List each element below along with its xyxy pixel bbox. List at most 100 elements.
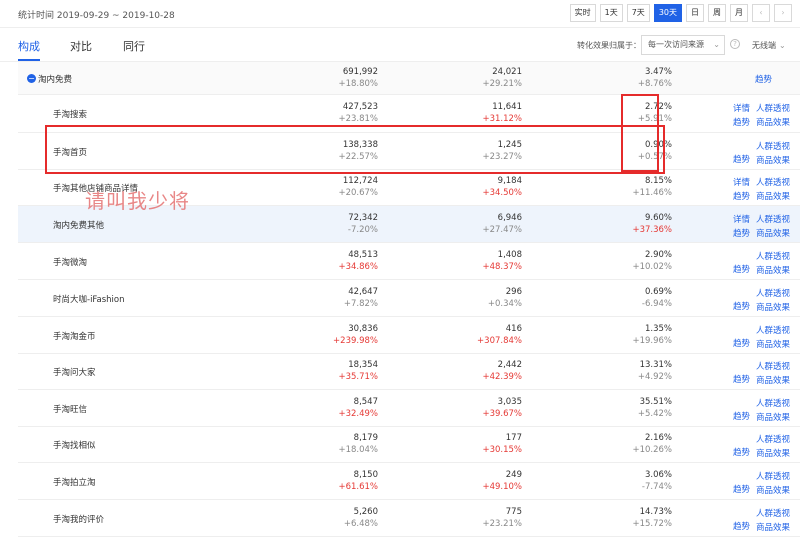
audience-link[interactable]: 人群透视: [756, 397, 790, 409]
table-row: 手淘找相似 8,179 +18.04% 177 +30.15% 2.16% +1…: [18, 427, 800, 463]
prev-arrow-icon[interactable]: ‹: [752, 4, 770, 22]
trend-link[interactable]: 趋势: [733, 153, 750, 165]
metric-value: 1.35%: [644, 324, 672, 334]
row-links-right: 人群透视 商品效果: [756, 470, 790, 498]
tab-peers[interactable]: 同行: [123, 38, 145, 54]
range-button-week[interactable]: 周: [708, 4, 726, 22]
trend-link[interactable]: 趋势: [733, 116, 750, 128]
metric-change: +32.49%: [338, 409, 378, 419]
metric-cell: 177 +30.15%: [482, 433, 522, 455]
trend-link[interactable]: 趋势: [733, 410, 750, 422]
metric-cell: 416 +307.84%: [477, 324, 522, 346]
audience-link[interactable]: 人群透视: [756, 287, 790, 299]
metric-value: 48,513: [348, 250, 378, 260]
product-effect-link[interactable]: 商品效果: [756, 227, 790, 239]
attribution-label: 转化效果归属于：: [577, 41, 641, 50]
product-effect-link[interactable]: 商品效果: [756, 484, 790, 496]
audience-link[interactable]: 人群透视: [756, 140, 790, 152]
product-effect-link[interactable]: 商品效果: [756, 411, 790, 423]
attribution-select[interactable]: 每一次访问来源 ⌄: [641, 35, 725, 55]
product-effect-link[interactable]: 商品效果: [756, 374, 790, 386]
help-icon[interactable]: ?: [730, 39, 740, 49]
table-row: 手淘我的评价 5,260 +6.48% 775 +23.21% 14.73% +…: [18, 500, 800, 537]
trend-link[interactable]: 趋势: [733, 446, 750, 458]
audience-link[interactable]: 人群透视: [756, 507, 790, 519]
trend-link[interactable]: 趋势: [733, 337, 750, 349]
range-button-month[interactable]: 月: [730, 4, 748, 22]
audience-link[interactable]: 人群透视: [756, 324, 790, 336]
audience-link[interactable]: 人群透视: [756, 470, 790, 482]
annotation-box-column: [621, 94, 659, 172]
range-button-1day[interactable]: 1天: [599, 4, 623, 22]
next-arrow-icon[interactable]: ›: [774, 4, 792, 22]
row-links-left: 详情 趋势: [733, 213, 750, 241]
detail-link[interactable]: 详情: [733, 213, 750, 225]
attribution-select-value: 每一次访问来源: [648, 40, 704, 49]
metric-cell: 9.60% +37.36%: [632, 213, 672, 235]
audience-link[interactable]: 人群透视: [756, 176, 790, 188]
audience-link[interactable]: 人群透视: [756, 102, 790, 114]
source-name: 手淘搜索: [53, 110, 88, 120]
row-links-right: 人群透视 商品效果: [756, 102, 790, 130]
range-button-realtime[interactable]: 实时: [569, 4, 596, 22]
row-links-right: 人群透视 商品效果: [756, 433, 790, 461]
audience-link[interactable]: 人群透视: [756, 433, 790, 445]
trend-link[interactable]: 趋势: [733, 263, 750, 275]
trend-link[interactable]: 趋势: [733, 227, 750, 239]
trend-link[interactable]: 趋势: [733, 300, 750, 312]
trend-link[interactable]: 趋势: [733, 520, 750, 532]
row-links-left: 趋势: [733, 263, 750, 277]
row-links-right: 人群透视 商品效果: [756, 213, 790, 241]
trend-link[interactable]: 趋势: [733, 190, 750, 202]
row-links-right: 人群透视 商品效果: [756, 507, 790, 535]
trend-link[interactable]: 趋势: [733, 483, 750, 495]
metric-value: 2.16%: [644, 433, 672, 443]
metric-change: +0.34%: [487, 299, 522, 309]
row-links-left: 趋势: [733, 483, 750, 497]
metric-cell: 427,523 +23.81%: [338, 102, 378, 124]
metric-value: 35.51%: [639, 397, 672, 407]
audience-link[interactable]: 人群透视: [756, 213, 790, 225]
product-effect-link[interactable]: 商品效果: [756, 301, 790, 313]
metric-cell: 30,836 +239.98%: [333, 324, 378, 346]
table-row: 手淘淘金币 30,836 +239.98% 416 +307.84% 1.35%…: [18, 317, 800, 354]
tab-composition[interactable]: 构成: [18, 38, 40, 54]
trend-link[interactable]: 趋势: [755, 73, 772, 85]
metric-change: +29.21%: [482, 79, 522, 89]
device-mode-select[interactable]: 无线端 ⌄: [752, 40, 786, 51]
metric-cell: 42,647 +7.82%: [344, 287, 378, 309]
metric-change: +23.81%: [338, 114, 378, 124]
product-effect-link[interactable]: 商品效果: [756, 338, 790, 350]
metric-change: +20.67%: [338, 188, 378, 198]
product-effect-link[interactable]: 商品效果: [756, 190, 790, 202]
metric-cell: 18,354 +35.71%: [338, 360, 378, 382]
row-links-left: 详情 趋势: [733, 176, 750, 204]
detail-link[interactable]: 详情: [733, 102, 750, 114]
audience-link[interactable]: 人群透视: [756, 360, 790, 372]
metric-change: +31.12%: [482, 114, 522, 124]
active-tab-indicator: [18, 59, 40, 61]
collapse-icon[interactable]: −: [27, 74, 36, 83]
metric-value: 2.90%: [644, 250, 672, 260]
product-effect-link[interactable]: 商品效果: [756, 154, 790, 166]
detail-link[interactable]: 详情: [733, 176, 750, 188]
audience-link[interactable]: 人群透视: [756, 250, 790, 262]
row-links-right: 人群透视 商品效果: [756, 324, 790, 352]
tab-compare[interactable]: 对比: [70, 38, 92, 54]
watermark-text: 请叫我少将: [85, 189, 190, 213]
product-effect-link[interactable]: 商品效果: [756, 264, 790, 276]
metric-change: +11.46%: [632, 188, 672, 198]
metric-cell: 48,513 +34.86%: [338, 250, 378, 272]
metric-change: +34.86%: [338, 262, 378, 272]
product-effect-link[interactable]: 商品效果: [756, 447, 790, 459]
metric-cell: 2,442 +42.39%: [482, 360, 522, 382]
trend-link[interactable]: 趋势: [733, 373, 750, 385]
metric-value: 3.06%: [644, 470, 672, 480]
metric-change: +15.72%: [632, 519, 672, 529]
range-button-day[interactable]: 日: [686, 4, 704, 22]
product-effect-link[interactable]: 商品效果: [756, 116, 790, 128]
range-button-7day[interactable]: 7天: [626, 4, 650, 22]
range-button-30day[interactable]: 30天: [653, 4, 682, 22]
product-effect-link[interactable]: 商品效果: [756, 521, 790, 533]
table-row: 手淘问大家 18,354 +35.71% 2,442 +42.39% 13.31…: [18, 354, 800, 390]
